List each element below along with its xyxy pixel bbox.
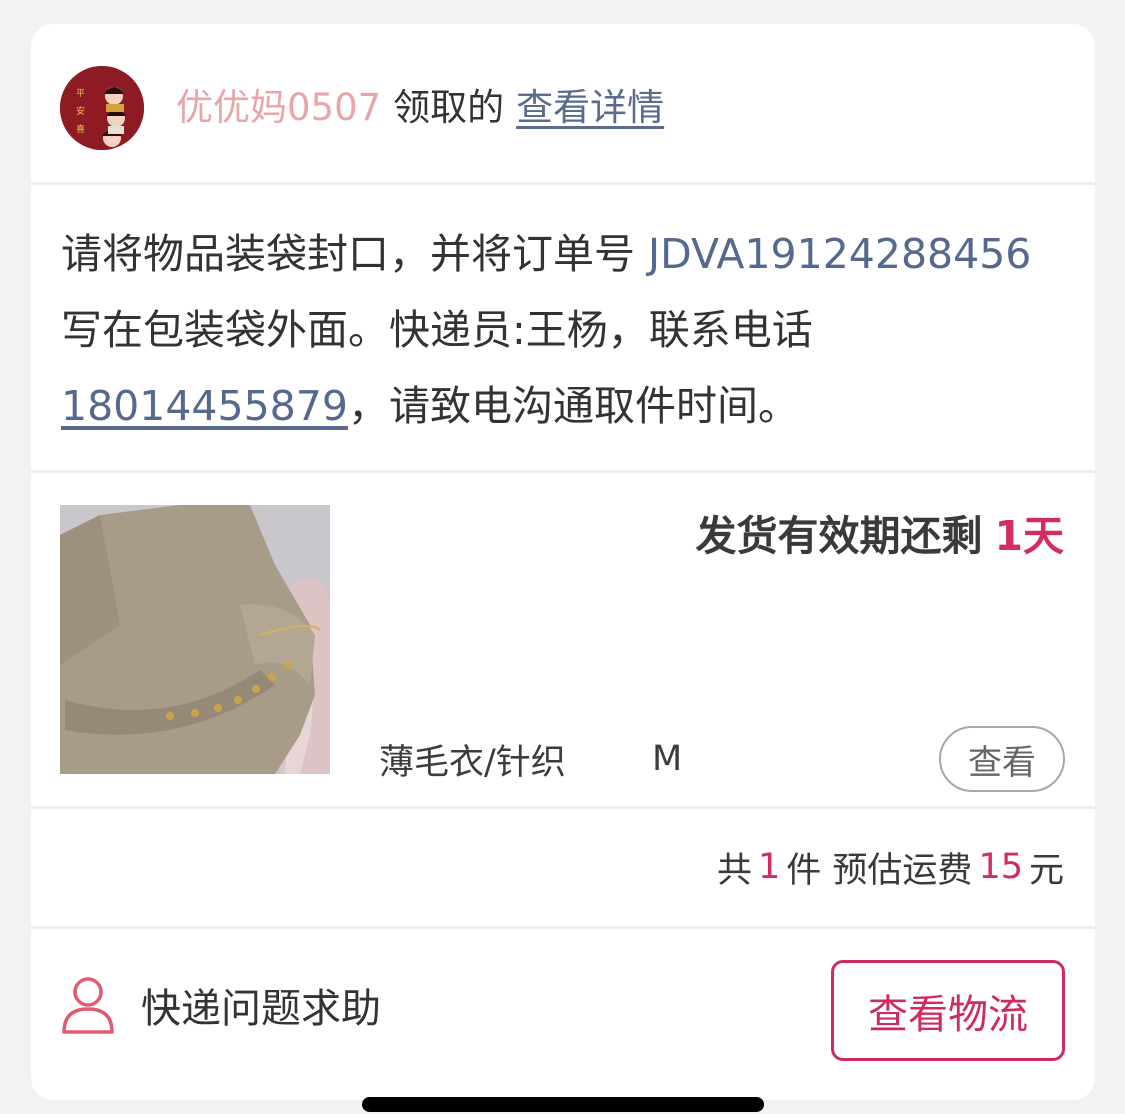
view-details-link[interactable]: 查看详情 <box>516 77 664 131</box>
card-header: 平 安 喜 优优妈0507 领取的 查看详情 <box>31 24 1095 184</box>
instructions-text: ，请致电沟通取件时间。 <box>347 382 799 430</box>
order-summary: 共 1 件 预估运费 15 元 <box>717 842 1064 892</box>
validity-days: 1天 <box>994 512 1064 560</box>
courier-help-button[interactable]: 快递问题求助 <box>61 970 381 1040</box>
claim-action-text: 领取的 <box>393 86 505 129</box>
view-item-button[interactable]: 查看 <box>939 726 1065 792</box>
order-number: JDVA19124288456 <box>648 230 1032 278</box>
order-card: 平 安 喜 优优妈0507 领取的 查看详情 请将物品装袋封口，并将订单号 JD… <box>31 24 1095 1100</box>
person-outline-icon <box>62 977 114 1034</box>
svg-text:平: 平 <box>76 88 85 99</box>
instructions-text: 请将物品装袋封口，并将订单号 <box>61 230 649 278</box>
validity-label: 发货有效期还剩 <box>695 512 983 560</box>
item-count: 1 <box>758 847 781 887</box>
view-logistics-button[interactable]: 查看物流 <box>831 960 1065 1061</box>
svg-text:喜: 喜 <box>76 123 85 135</box>
divider <box>31 806 1095 809</box>
product-thumbnail[interactable] <box>60 505 330 774</box>
divider <box>31 926 1095 929</box>
home-indicator[interactable] <box>362 1097 764 1112</box>
instructions-text: 写在包装袋外面。快递员:王杨，联系电话 <box>61 306 813 354</box>
summary-prefix: 共 <box>717 850 753 891</box>
avatar-image: 平 安 喜 <box>60 66 144 150</box>
fee-unit: 元 <box>1028 850 1064 891</box>
summary-mid: 件 预估运费 <box>786 850 973 891</box>
claim-info: 优优妈0507 领取的 查看详情 <box>176 76 664 132</box>
username[interactable]: 优优妈0507 <box>176 77 381 131</box>
divider <box>31 182 1095 185</box>
avatar[interactable]: 平 安 喜 <box>60 66 144 150</box>
shipping-fee: 15 <box>978 847 1023 887</box>
sweater-image <box>60 505 330 774</box>
item-size: M <box>652 739 683 779</box>
item-category: 薄毛衣/针织 <box>379 742 566 783</box>
divider <box>31 470 1095 473</box>
help-label: 快递问题求助 <box>141 986 381 1032</box>
courier-phone-link[interactable]: 18014455879 <box>61 382 348 430</box>
packing-instructions: 请将物品装袋封口，并将订单号 JDVA19124288456 写在包装袋外面。快… <box>61 216 1061 444</box>
shipping-deadline: 发货有效期还剩 1天 <box>695 502 1064 562</box>
svg-text:安: 安 <box>76 105 85 117</box>
